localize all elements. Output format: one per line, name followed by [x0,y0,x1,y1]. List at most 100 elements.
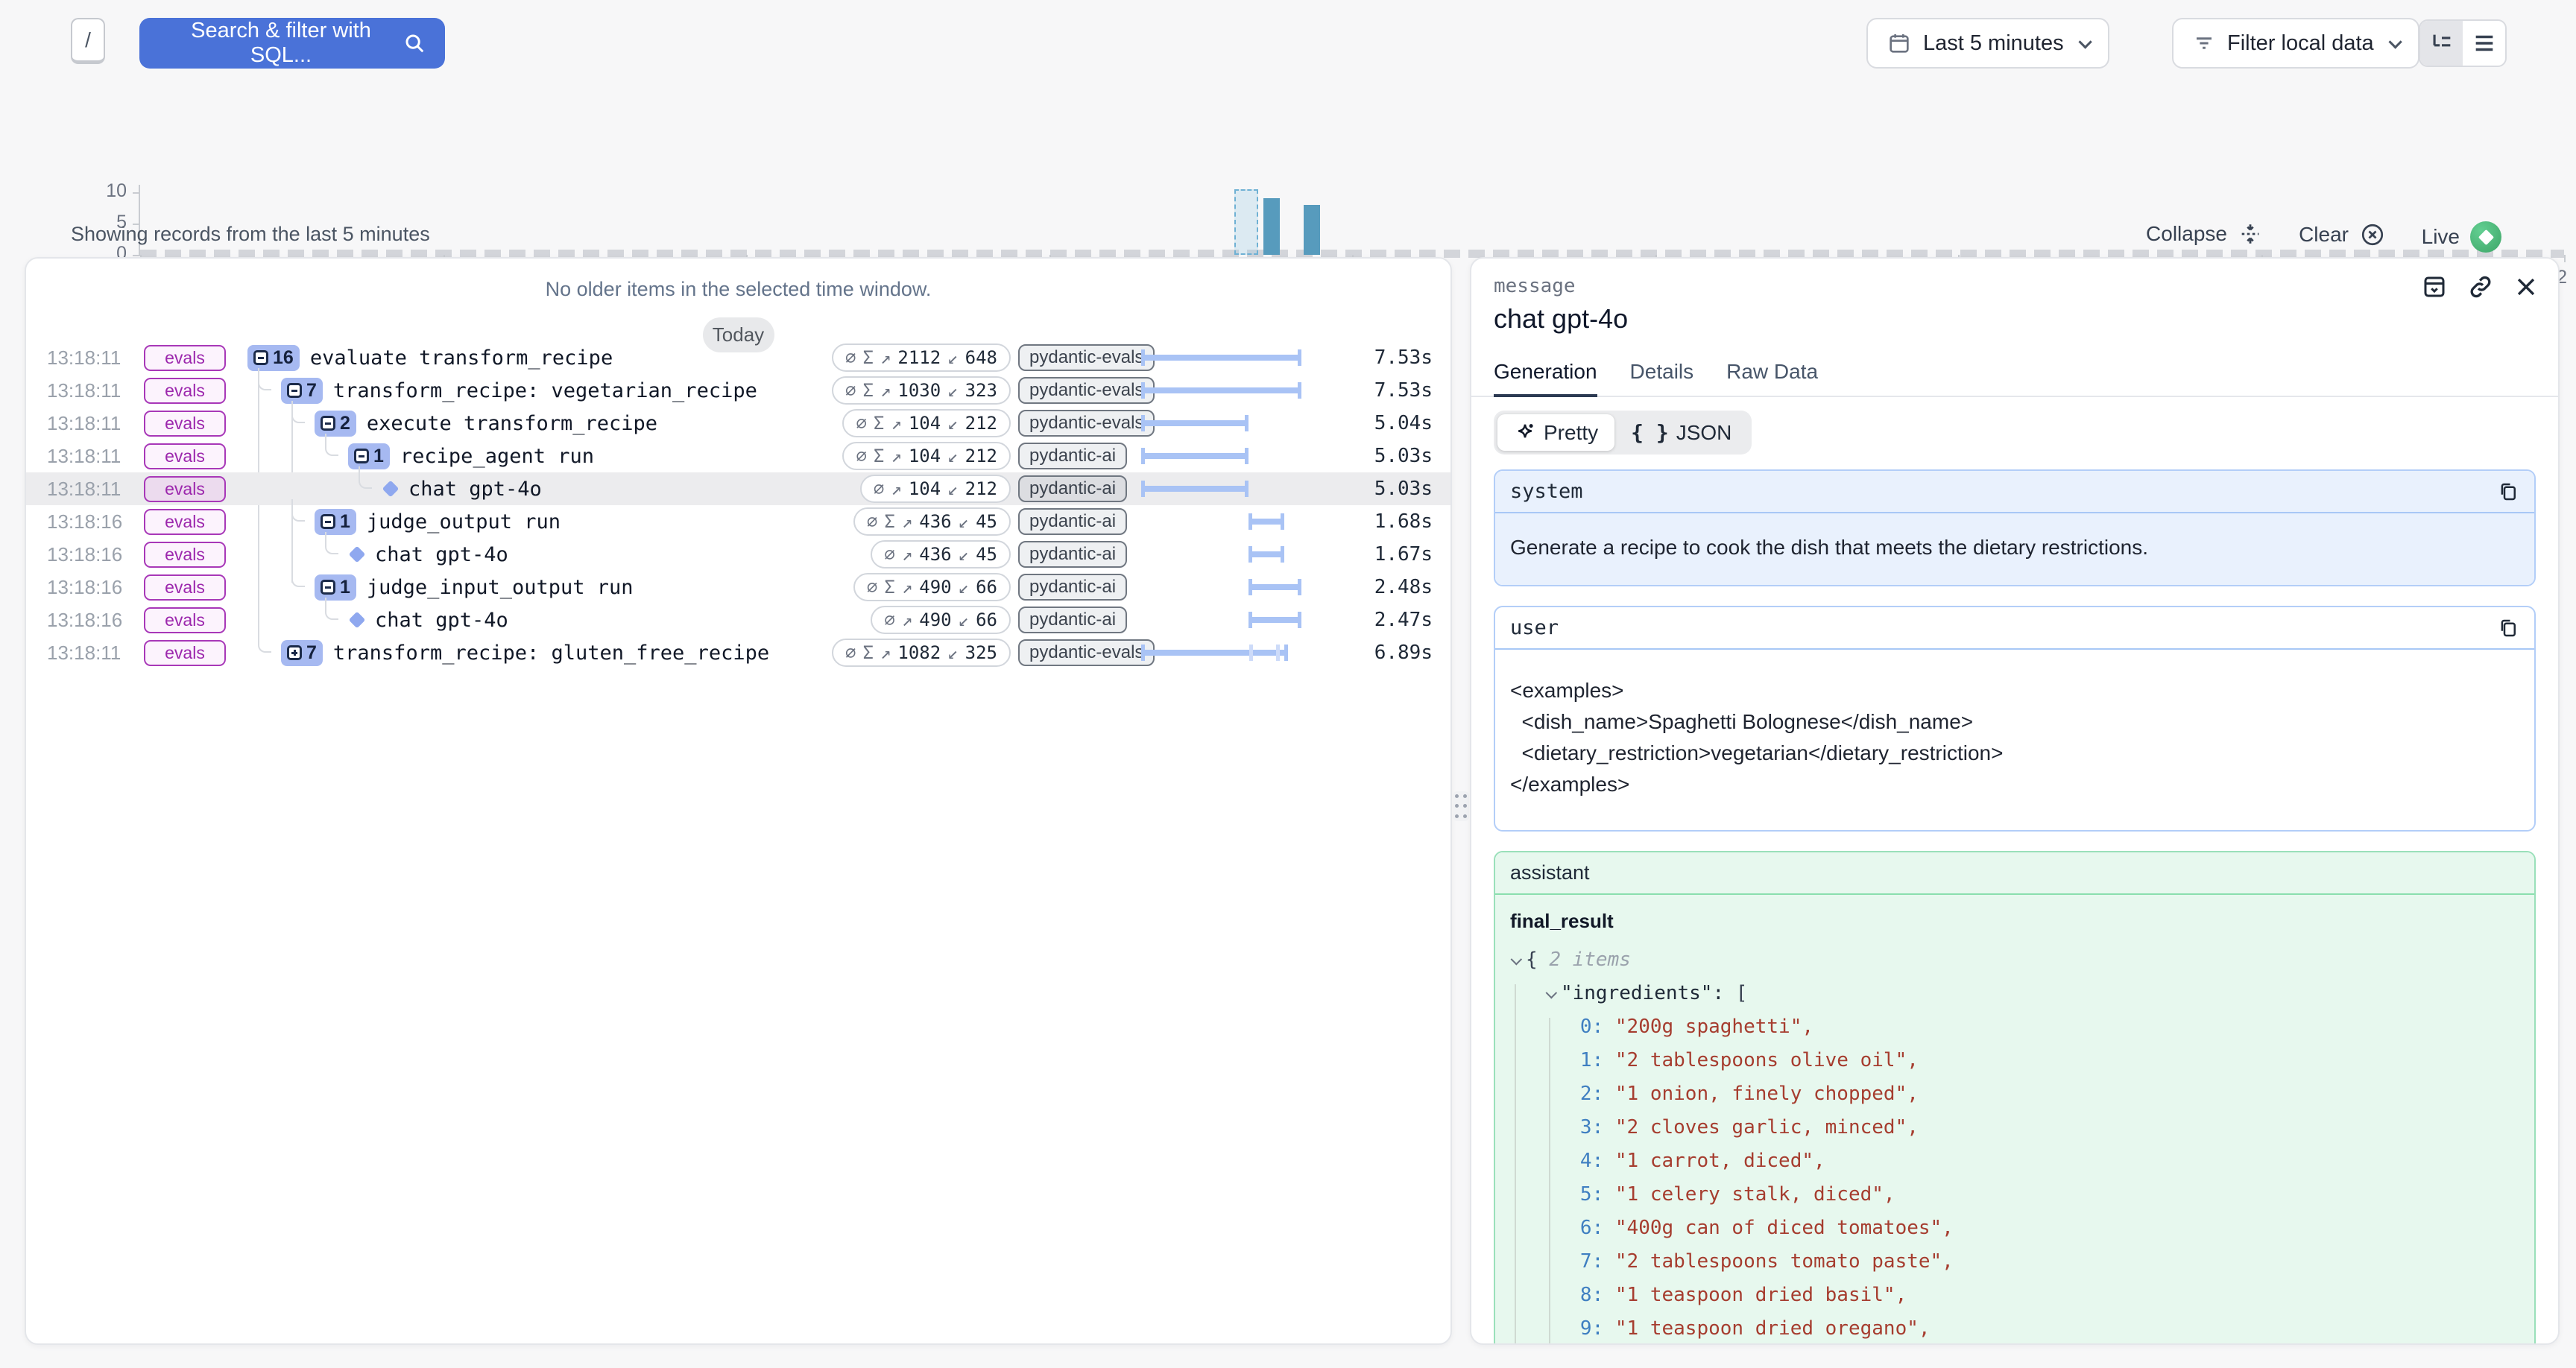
arrow-down-left-icon: ↙ [959,544,969,565]
chevron-down-icon[interactable] [1546,987,1558,999]
span-name: chat gpt-4o [375,609,508,632]
slash-key-label: / [85,28,91,52]
trace-row[interactable]: 13:18:11evals7transform_recipe: gluten_f… [26,636,1450,669]
token-usage-badge[interactable]: ⌀Σ↗2112↙648 [832,343,1011,372]
evals-tag-badge[interactable]: evals [144,411,226,437]
item-value: "2 tablespoons tomato paste", [1615,1250,1954,1273]
item-index: 8: [1510,1284,1603,1306]
arrow-up-right-icon: ↗ [880,347,891,368]
trace-row-time: 13:18:11 [47,412,129,435]
tree-view-button[interactable] [2420,21,2463,66]
trace-row[interactable]: 13:18:16evalschat gpt-4o⌀↗490↙66pydantic… [26,604,1450,636]
evals-tag-badge[interactable]: evals [144,345,226,371]
filter-local-data-dropdown[interactable]: Filter local data [2172,18,2419,69]
duration-bar-track [1141,604,1301,636]
json-ingredients-line[interactable]: "ingredients": [ [1510,977,2519,1010]
close-icon[interactable] [2513,273,2539,300]
json-toggle-button[interactable]: { } JSON [1614,414,1748,451]
child-count: 1 [340,577,350,598]
trace-row-time: 13:18:16 [47,543,129,566]
expand-toggle[interactable]: 7 [281,640,323,666]
trace-row[interactable]: 13:18:11evals16evaluate transform_recipe… [26,341,1450,374]
records-histogram[interactable]: 1050 Mar 31. 13:15:5213:16:2913:17:0713:… [0,89,2576,216]
token-icon: ⌀ [884,544,894,565]
sigma-icon: Σ [862,380,873,401]
evals-tag-badge[interactable]: evals [144,542,226,568]
item-index: 7: [1510,1250,1603,1273]
item-index: 3: [1510,1116,1603,1139]
collapse-toggle[interactable]: 1 [315,574,356,601]
token-usage-badge[interactable]: ⌀Σ↗104↙212 [842,442,1011,470]
pretty-toggle-button[interactable]: Pretty [1497,414,1614,451]
trace-row[interactable]: 13:18:16evalschat gpt-4o⌀↗436↙45pydantic… [26,538,1450,571]
evals-tag-badge[interactable]: evals [144,476,226,502]
tab-raw-data[interactable]: Raw Data [1726,360,1818,396]
output-tokens: 66 [976,609,997,630]
output-tokens: 212 [965,413,997,434]
evals-tag-badge[interactable]: evals [144,509,226,535]
copy-icon[interactable] [2497,481,2519,503]
search-button[interactable]: Search & filter with SQL... [139,18,445,69]
input-tokens: 436 [919,544,951,565]
copy-icon[interactable] [2497,617,2519,639]
trace-row[interactable]: 13:18:11evalschat gpt-4o⌀↗104↙212pydanti… [26,472,1450,505]
evals-tag-badge[interactable]: evals [144,640,226,666]
collapse-toggle[interactable]: 1 [348,443,390,469]
collapse-button[interactable]: Collapse [2146,221,2263,247]
trace-row[interactable]: 13:18:11evals7transform_recipe: vegetari… [26,374,1450,407]
system-role-label: system [1510,480,1583,503]
chevron-down-icon[interactable] [1511,954,1523,966]
child-count: 7 [306,380,317,402]
collapse-icon [2238,221,2263,247]
token-usage-badge[interactable]: ⌀↗436↙45 [871,540,1011,569]
collapse-toggle[interactable]: 7 [281,378,323,404]
tab-details[interactable]: Details [1630,360,1694,396]
duration-bar-track [1141,505,1301,538]
live-toggle[interactable]: Live [2422,221,2501,253]
arrow-down-left-icon: ↙ [947,347,958,368]
arrow-down-left-icon: ↙ [947,380,958,401]
tab-generation[interactable]: Generation [1494,360,1597,397]
clear-button[interactable]: Clear [2299,221,2386,248]
collapse-toggle[interactable]: 2 [315,411,356,437]
list-view-button[interactable] [2463,21,2505,66]
token-usage-badge[interactable]: ⌀Σ↗104↙212 [842,409,1011,437]
evals-tag-badge[interactable]: evals [144,607,226,633]
duration-bar [1248,617,1301,623]
time-range-dropdown[interactable]: Last 5 minutes [1866,18,2109,69]
copy-link-icon[interactable] [2467,273,2494,300]
leaf-diamond-icon [349,612,366,629]
trace-row[interactable]: 13:18:16evals1judge_input_output run⌀Σ↗4… [26,571,1450,604]
duration-text: 5.03s [1301,445,1436,467]
evals-tag-badge[interactable]: evals [144,574,226,601]
token-usage-badge[interactable]: ⌀Σ↗1030↙323 [832,376,1011,405]
json-root-line[interactable]: { 2 items [1510,943,2519,977]
trace-row[interactable]: 13:18:11evals1recipe_agent run⌀Σ↗104↙212… [26,440,1450,472]
span-name: chat gpt-4o [375,543,508,566]
duration-bar-track [1141,374,1301,407]
token-usage-badge[interactable]: ⌀Σ↗490↙66 [853,573,1011,601]
panel-resize-handle[interactable] [1453,791,1469,821]
trace-row[interactable]: 13:18:16evals1judge_output run⌀Σ↗436↙45p… [26,505,1450,538]
evals-tag-badge[interactable]: evals [144,378,226,404]
trace-row-time: 13:18:16 [47,609,129,632]
json-tree: { 2 items "ingredients": [ 0: "200g spag… [1510,943,2519,1345]
token-usage-badge[interactable]: ⌀↗490↙66 [871,606,1011,634]
top-bar: / Search & filter with SQL... Last 5 min… [0,0,2576,88]
archive-box-icon[interactable] [2421,273,2448,300]
token-usage-badge[interactable]: ⌀↗104↙212 [860,475,1011,503]
no-older-items-text: No older items in the selected time wind… [26,278,1450,301]
trace-row-time: 13:18:11 [47,478,129,501]
item-index: 1: [1510,1049,1603,1071]
item-index: 2: [1510,1083,1603,1105]
evals-tag-badge[interactable]: evals [144,443,226,469]
y-tick-mark [133,255,140,256]
json-array-item: 4: "1 carrot, diced", [1510,1144,2519,1178]
tree-elbow-connector [258,368,271,390]
trace-row[interactable]: 13:18:11evals2execute transform_recipe⌀Σ… [26,407,1450,440]
token-usage-badge[interactable]: ⌀Σ↗436↙45 [853,507,1011,536]
collapse-toggle[interactable]: 1 [315,509,356,535]
sigma-icon: Σ [874,413,884,434]
collapse-toggle[interactable]: 16 [247,345,300,371]
token-usage-badge[interactable]: ⌀Σ↗1082↙325 [832,639,1011,667]
